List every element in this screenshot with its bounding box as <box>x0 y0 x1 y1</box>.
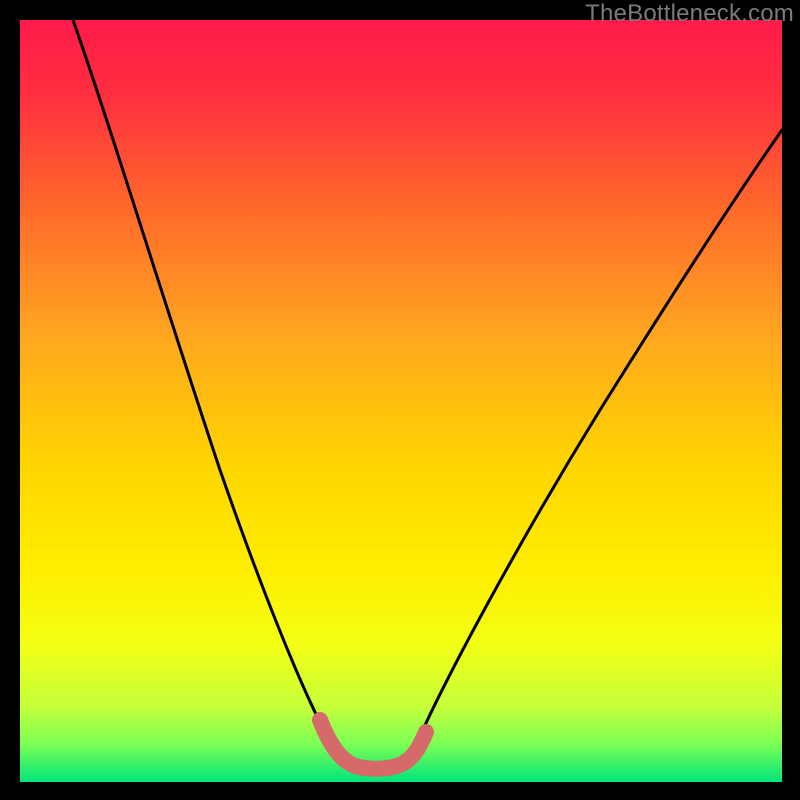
chart-frame: TheBottleneck.com <box>0 0 800 800</box>
gradient-background <box>20 20 782 782</box>
plot-area <box>20 20 782 782</box>
chart-svg <box>20 20 782 782</box>
